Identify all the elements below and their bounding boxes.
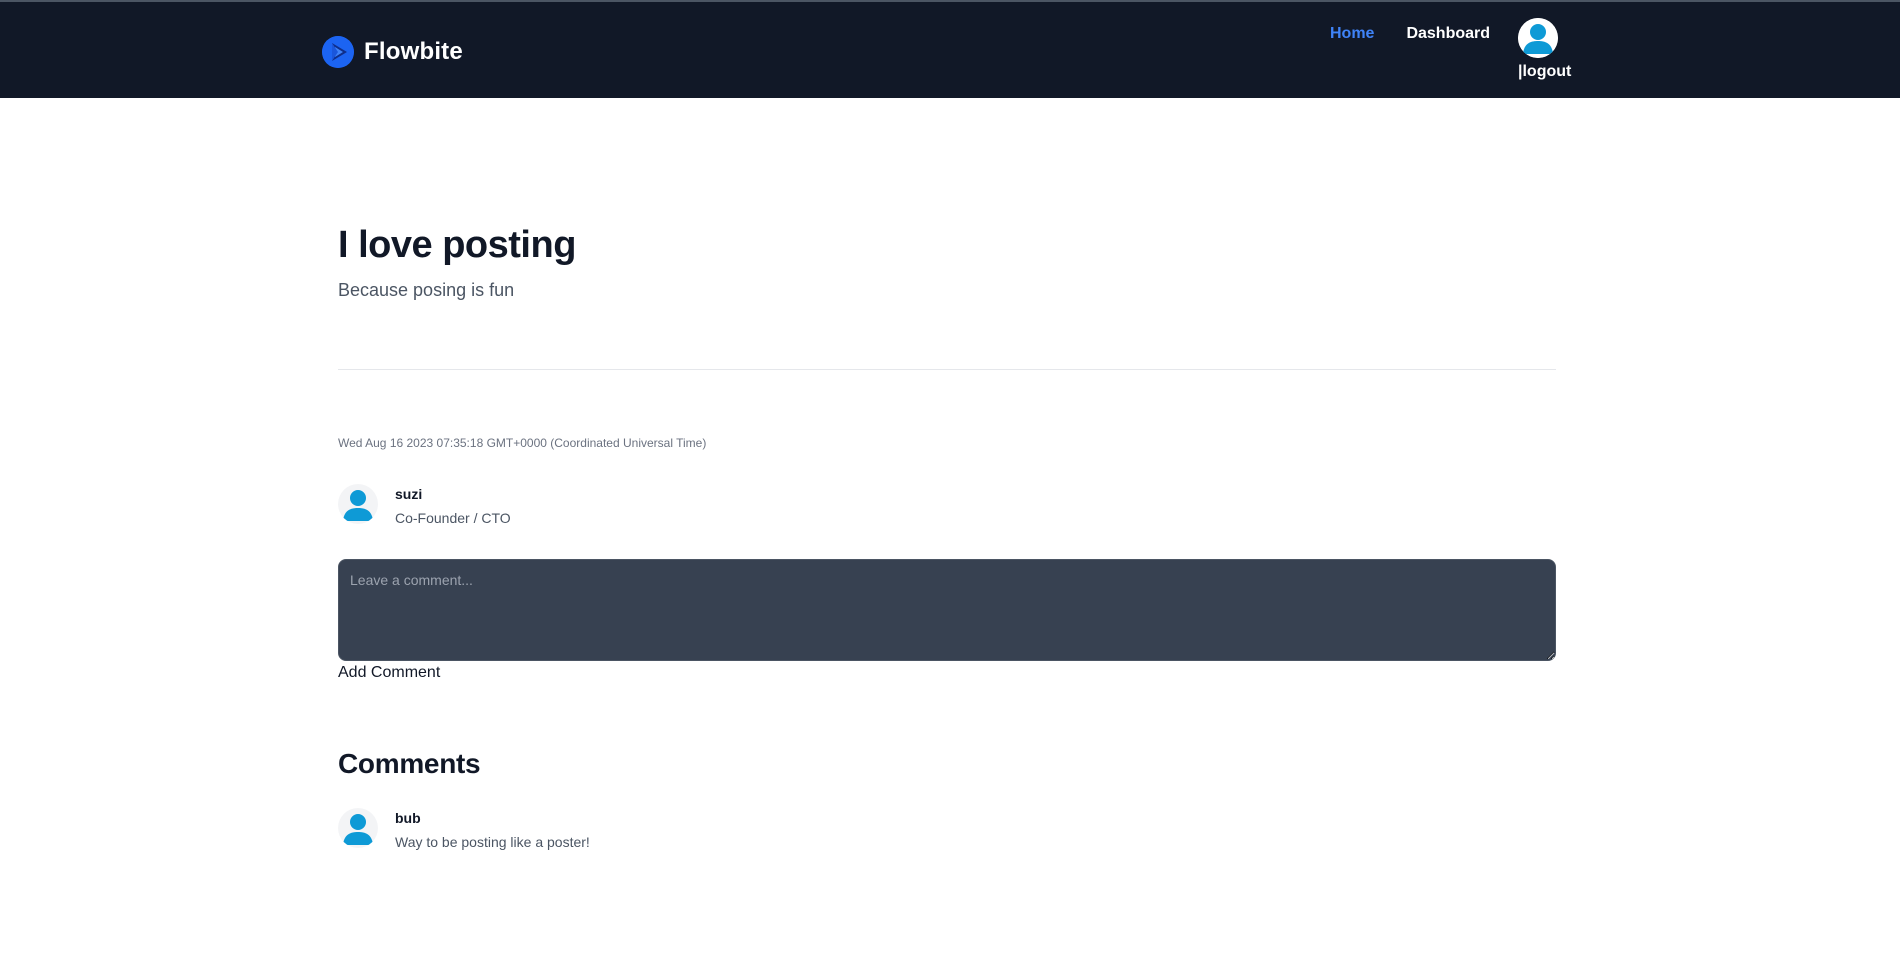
divider	[338, 369, 1556, 370]
author-name: suzi	[395, 486, 423, 502]
brand[interactable]: Flowbite	[322, 34, 463, 70]
nav-link-home[interactable]: Home	[1330, 25, 1374, 43]
comment-text: Way to be posting like a poster!	[395, 834, 590, 850]
comment-input[interactable]	[338, 559, 1556, 661]
flowbite-logo-icon	[322, 36, 354, 68]
comments-heading: Comments	[338, 748, 481, 779]
nav-links: Home Dashboard	[1330, 22, 1522, 46]
post-date: Wed Aug 16 2023 07:35:18 GMT+0000 (Coord…	[338, 436, 707, 450]
user-avatar-icon	[338, 808, 378, 848]
comment-item: bub Way to be posting like a poster!	[338, 808, 938, 856]
brand-name: Flowbite	[364, 38, 463, 65]
logout-link[interactable]: |logout	[1518, 63, 1571, 81]
nav-link-dashboard[interactable]: Dashboard	[1406, 25, 1490, 43]
navbar: Flowbite Home Dashboard |logout	[0, 2, 1900, 98]
comment-author: bub	[395, 810, 421, 826]
author-role: Co-Founder / CTO	[395, 510, 511, 526]
add-comment-button[interactable]: Add Comment	[338, 664, 440, 682]
post-author: suzi Co-Founder / CTO	[338, 484, 738, 532]
post-title: I love posting	[338, 224, 576, 266]
user-avatar-icon	[338, 484, 378, 524]
post-subtitle: Because posing is fun	[338, 280, 515, 300]
user-avatar-icon[interactable]	[1518, 18, 1558, 58]
